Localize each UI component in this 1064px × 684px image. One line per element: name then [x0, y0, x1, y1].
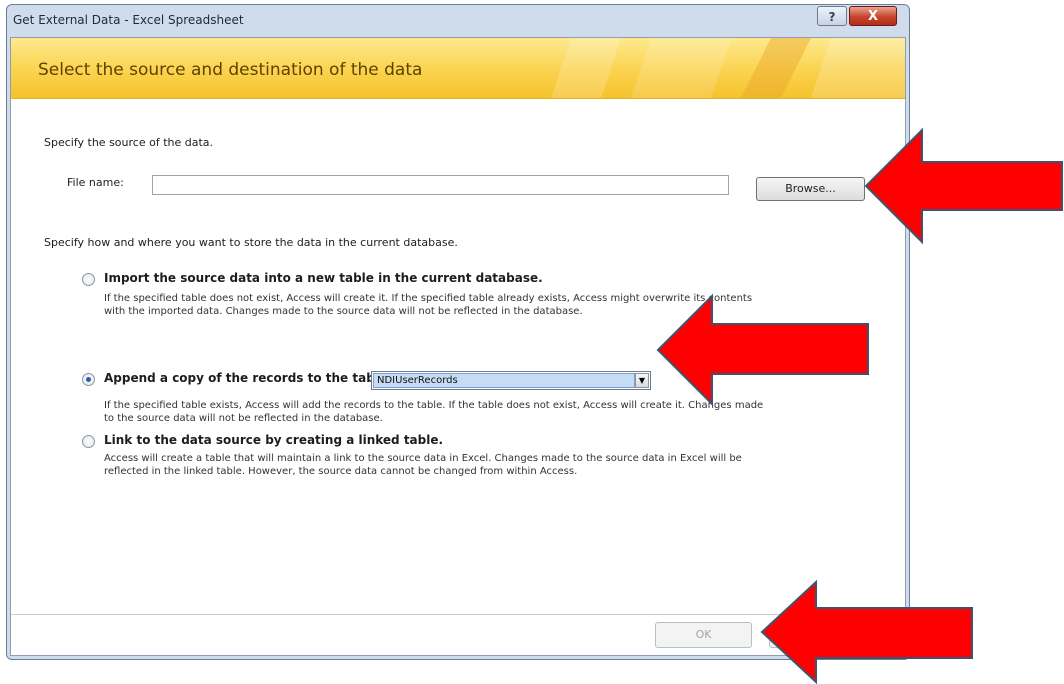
option-append-title[interactable]: Append a copy of the records to the tabl…	[104, 371, 392, 385]
window-title: Get External Data - Excel Spreadsheet	[13, 13, 244, 27]
table-select-value: NDIUserRecords	[373, 373, 635, 388]
chevron-down-icon[interactable]: ▼	[635, 373, 649, 388]
file-name-input[interactable]	[152, 175, 729, 195]
option-append-desc-2: to the source data will not be reflected…	[104, 413, 383, 424]
radio-append-to-table[interactable]	[82, 373, 95, 386]
arrow-to-browse-icon	[864, 127, 1063, 245]
browse-button[interactable]: Browse...	[756, 177, 865, 201]
option-link-title[interactable]: Link to the data source by creating a li…	[104, 433, 443, 447]
option-import-title[interactable]: Import the source data into a new table …	[104, 271, 543, 285]
ok-button[interactable]: OK	[655, 622, 752, 648]
option-link-desc-2: reflected in the linked table. However, …	[104, 466, 578, 477]
option-link-desc-1: Access will create a table that will mai…	[104, 453, 742, 464]
file-name-label: File name:	[67, 176, 124, 189]
close-button[interactable]: X	[849, 6, 897, 26]
arrow-to-ok-icon	[760, 579, 973, 684]
help-button[interactable]: ?	[817, 6, 847, 26]
radio-link-table[interactable]	[82, 435, 95, 448]
option-import-desc-1: If the specified table does not exist, A…	[104, 293, 753, 304]
source-prompt: Specify the source of the data.	[44, 136, 214, 149]
banner-heading: Select the source and destination of the…	[38, 60, 423, 80]
radio-import-new-table[interactable]	[82, 273, 95, 286]
option-import-desc-2: with the imported data. Changes made to …	[104, 306, 583, 317]
destination-prompt: Specify how and where you want to store …	[44, 236, 458, 249]
title-bar: Get External Data - Excel Spreadsheet ? …	[7, 5, 909, 37]
arrow-to-table-select-icon	[656, 293, 869, 407]
header-banner: Select the source and destination of the…	[11, 38, 905, 99]
table-select[interactable]: NDIUserRecords ▼	[371, 371, 651, 390]
